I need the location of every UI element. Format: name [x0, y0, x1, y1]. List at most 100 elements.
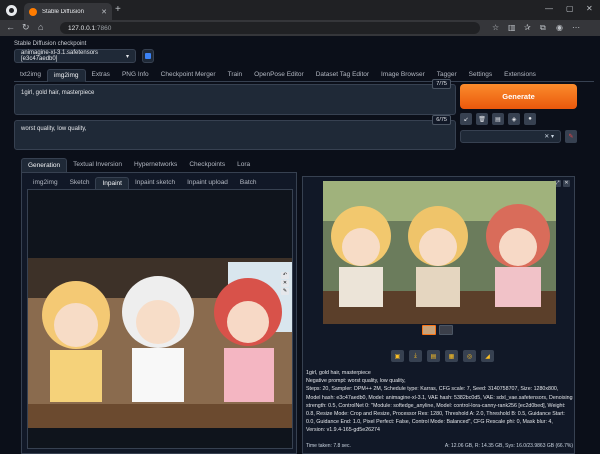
extra-networks-icon[interactable]: ◈: [508, 113, 520, 125]
trash-icon[interactable]: 🗑: [476, 113, 488, 125]
back-icon[interactable]: ←: [6, 22, 15, 32]
prompt-tools: ↙ 🗑 ▤ ◈ ●: [460, 113, 580, 125]
browser-tab-bar: Stable Diffusion ✕ + — ▢ ✕: [0, 0, 600, 20]
new-tab-icon[interactable]: +: [115, 4, 121, 15]
output-tools: ⤢ ✕: [554, 180, 570, 187]
positive-prompt-input[interactable]: 1girl, gold hair, masterpiece 7/75: [14, 79, 456, 115]
checkpoint-value: animagine-xl-3.1.safetensors [e3c47aedb0…: [21, 50, 99, 62]
negative-prompt-text: worst quality, low quality,: [21, 126, 87, 132]
refresh-checkpoint-button[interactable]: [142, 49, 154, 63]
save-icon[interactable]: ⤓: [409, 350, 422, 362]
gallery-thumbnail[interactable]: [439, 325, 453, 335]
tab-txt2img[interactable]: txt2img: [14, 69, 47, 82]
collections-icon[interactable]: ⧉: [540, 23, 546, 33]
tab-train[interactable]: Train: [222, 69, 249, 82]
output-panel: ⤢ ✕ ▣ ⤓ ▤ ▦ ◎ ◢ 1girl, gold hair, master…: [302, 176, 575, 454]
output-image[interactable]: [323, 181, 556, 324]
browser-tab-title: Stable Diffusion: [42, 8, 84, 15]
url-port: :7860: [95, 24, 112, 32]
tab-openpose-editor[interactable]: OpenPose Editor: [248, 69, 310, 82]
tab-lora[interactable]: Lora: [231, 158, 256, 172]
profile-icon[interactable]: ◉: [556, 23, 563, 32]
checkpoint-label: Stable Diffusion checkpoint: [14, 41, 87, 47]
generate-button[interactable]: Generate: [460, 84, 577, 109]
send-to-img2img-icon[interactable]: ▦: [445, 350, 458, 362]
url-host: 127.0.0.1: [68, 24, 96, 32]
canvas-tools: ↶ ✕ ✎: [281, 272, 289, 295]
tab-inpaint-sketch[interactable]: Inpaint sketch: [129, 177, 181, 189]
send-to-extras-icon[interactable]: ◢: [481, 350, 494, 362]
timing-info: Time taken: 7.8 sec. A: 12.06 GB, R: 14.…: [306, 443, 573, 449]
tab-image-browser[interactable]: Image Browser: [375, 69, 431, 82]
brush-icon[interactable]: ✎: [281, 288, 289, 295]
generation-info: 1girl, gold hair, masterpiece Negative p…: [306, 369, 573, 435]
url-field[interactable]: 127.0.0.1:7860: [60, 22, 480, 34]
refresh-icon: [145, 53, 151, 59]
tab-inpaint-upload[interactable]: Inpaint upload: [181, 177, 234, 189]
tab-extras[interactable]: Extras: [86, 69, 116, 82]
tab-png-info[interactable]: PNG Info: [116, 69, 155, 82]
address-bar: ← ↻ ⌂ 127.0.0.1:7860 ☆ ▥ ✰ ⧉ ◉ ⋯: [0, 20, 600, 36]
sub-tabs: Generation Textual Inversion Hypernetwor…: [21, 158, 256, 172]
styles-dropdown[interactable]: ✕ ▾: [460, 130, 561, 143]
output-params: Steps: 20, Sampler: DPM++ 2M, Schedule t…: [306, 386, 573, 434]
negative-prompt-input[interactable]: worst quality, low quality, 6/75: [14, 115, 456, 150]
webui-page: Stable Diffusion checkpoint animagine-xl…: [0, 36, 600, 454]
tab-checkpoint-merger[interactable]: Checkpoint Merger: [155, 69, 222, 82]
close-window-icon[interactable]: ✕: [586, 4, 593, 13]
tab-hypernetworks[interactable]: Hypernetworks: [128, 158, 183, 172]
time-taken: Time taken: 7.8 sec.: [306, 443, 351, 449]
minimize-icon[interactable]: —: [545, 4, 553, 13]
img2img-mode-tabs: img2img Sketch Inpaint Inpaint sketch In…: [27, 177, 263, 189]
tab-inpaint[interactable]: Inpaint: [95, 177, 129, 189]
output-prompt: 1girl, gold hair, masterpiece: [306, 370, 371, 376]
favorite-star-icon[interactable]: ☆: [492, 23, 499, 32]
output-negative-prompt: Negative prompt: worst quality, low qual…: [306, 378, 406, 385]
undo-icon[interactable]: ↶: [281, 272, 289, 279]
clear-icon[interactable]: ✕: [281, 280, 289, 287]
folder-icon[interactable]: ▣: [391, 350, 404, 362]
positive-token-counter: 7/75: [432, 79, 451, 89]
gallery-thumbnail[interactable]: [422, 325, 436, 335]
browser-app-icon[interactable]: [6, 5, 17, 16]
memory-usage: A: 12.06 GB, R: 14.35 GB, Sys: 16.0/23.9…: [444, 443, 573, 449]
tab-dataset-tag-editor[interactable]: Dataset Tag Editor: [310, 69, 375, 82]
gallery-thumbnails: [422, 325, 453, 335]
positive-prompt-text: 1girl, gold hair, masterpiece: [21, 90, 95, 96]
tab-settings[interactable]: Settings: [463, 69, 499, 82]
chevron-down-icon: ▾: [550, 134, 554, 140]
checkpoint-dropdown[interactable]: animagine-xl-3.1.safetensors [e3c47aedb0…: [14, 49, 136, 63]
tab-generation[interactable]: Generation: [21, 158, 68, 172]
inpaint-image: [28, 190, 292, 448]
maximize-icon[interactable]: ▢: [566, 4, 574, 13]
more-menu-icon[interactable]: ⋯: [572, 23, 580, 32]
favicon-icon: [29, 7, 37, 16]
main-tabs: txt2img img2img Extras PNG Info Checkpoi…: [14, 69, 594, 82]
tab-img2img-mode[interactable]: img2img: [27, 177, 64, 189]
tab-sketch[interactable]: Sketch: [64, 177, 96, 189]
close-icon[interactable]: ✕: [563, 180, 570, 187]
tab-batch[interactable]: Batch: [234, 177, 263, 189]
tab-textual-inversion[interactable]: Textual Inversion: [67, 158, 128, 172]
tab-extensions[interactable]: Extensions: [498, 69, 542, 82]
clipboard-icon[interactable]: ▤: [492, 113, 504, 125]
read-params-icon[interactable]: ↙: [460, 113, 472, 125]
home-icon[interactable]: ⌂: [38, 22, 43, 32]
clear-icon[interactable]: ✕: [544, 133, 549, 140]
close-tab-icon[interactable]: ✕: [101, 8, 107, 16]
tab-img2img[interactable]: img2img: [46, 69, 86, 82]
output-action-buttons: ▣ ⤓ ▤ ▦ ◎ ◢: [391, 350, 494, 362]
input-panel: img2img Sketch Inpaint Inpaint sketch In…: [21, 172, 297, 454]
reload-icon[interactable]: ↻: [22, 22, 30, 33]
inpaint-canvas[interactable]: ↶ ✕ ✎: [27, 189, 293, 449]
tab-checkpoints[interactable]: Checkpoints: [183, 158, 231, 172]
favorites-icon[interactable]: ✰: [524, 23, 531, 32]
edit-styles-button[interactable]: ✎: [565, 130, 577, 143]
zip-icon[interactable]: ▤: [427, 350, 440, 362]
split-screen-icon[interactable]: ▥: [508, 23, 516, 32]
browser-window: Stable Diffusion ✕ + — ▢ ✕ ← ↻ ⌂ 127.0.0…: [0, 0, 600, 454]
browser-tab[interactable]: Stable Diffusion ✕: [24, 3, 112, 20]
interrogate-icon[interactable]: ●: [524, 113, 536, 125]
output-image-preview: [323, 181, 556, 324]
send-to-inpaint-icon[interactable]: ◎: [463, 350, 476, 362]
